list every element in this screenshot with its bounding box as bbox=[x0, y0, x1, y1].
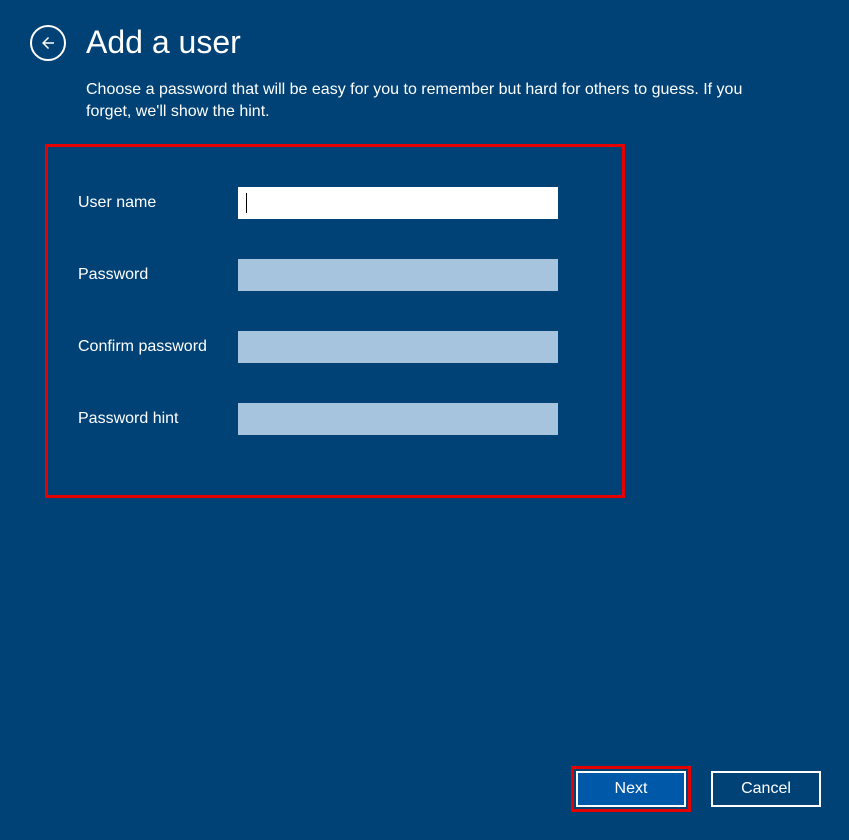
password-input[interactable] bbox=[238, 259, 558, 291]
password-label: Password bbox=[78, 266, 238, 284]
username-input[interactable] bbox=[238, 187, 558, 219]
password-hint-label: Password hint bbox=[78, 410, 238, 428]
confirm-password-input[interactable] bbox=[238, 331, 558, 363]
button-bar: Next Cancel bbox=[571, 766, 821, 812]
next-button-highlight: Next bbox=[571, 766, 691, 812]
username-row: User name bbox=[78, 187, 592, 219]
password-row: Password bbox=[78, 259, 592, 291]
next-button[interactable]: Next bbox=[576, 771, 686, 807]
confirm-password-label: Confirm password bbox=[78, 338, 238, 356]
back-button[interactable] bbox=[30, 25, 66, 61]
password-hint-row: Password hint bbox=[78, 403, 592, 435]
form-container: User name Password Confirm password Pass… bbox=[45, 144, 625, 498]
cancel-button[interactable]: Cancel bbox=[711, 771, 821, 807]
password-hint-input[interactable] bbox=[238, 403, 558, 435]
arrow-left-icon bbox=[39, 34, 57, 52]
username-label: User name bbox=[78, 194, 238, 212]
page-title: Add a user bbox=[86, 24, 241, 61]
page-description: Choose a password that will be easy for … bbox=[0, 79, 800, 124]
text-cursor bbox=[246, 193, 247, 213]
confirm-password-row: Confirm password bbox=[78, 331, 592, 363]
